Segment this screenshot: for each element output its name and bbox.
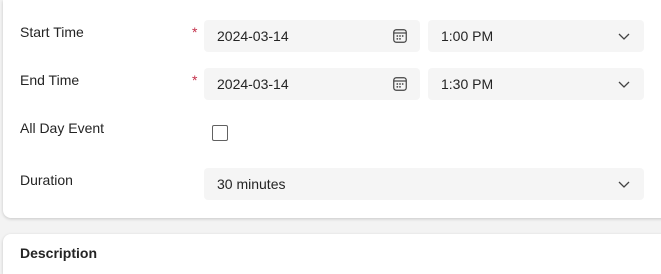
chevron-down-icon bbox=[618, 181, 630, 188]
all-day-event-label: All Day Event bbox=[20, 120, 105, 136]
end-time-label: End Time bbox=[20, 72, 80, 88]
end-time-required-marker: * bbox=[192, 72, 198, 88]
end-time-value: 1:30 PM bbox=[441, 76, 494, 92]
start-time-label: Start Time bbox=[20, 24, 84, 40]
chevron-down-icon bbox=[618, 81, 630, 88]
end-date-value: 2024-03-14 bbox=[217, 76, 289, 92]
end-date-field[interactable]: 2024-03-14 bbox=[204, 68, 420, 100]
duration-label: Duration bbox=[20, 172, 73, 188]
chevron-down-icon bbox=[618, 33, 630, 40]
duration-value: 30 minutes bbox=[217, 176, 286, 192]
event-details-card: Start Time * 2024-03-14 1:00 PM End Time… bbox=[3, 0, 661, 218]
duration-dropdown[interactable]: 30 minutes bbox=[204, 168, 644, 200]
start-time-dropdown[interactable]: 1:00 PM bbox=[428, 20, 644, 52]
start-time-required-marker: * bbox=[192, 24, 198, 40]
description-heading: Description bbox=[20, 245, 98, 261]
end-time-dropdown[interactable]: 1:30 PM bbox=[428, 68, 644, 100]
description-card: Description bbox=[3, 234, 661, 274]
calendar-icon[interactable] bbox=[393, 77, 407, 91]
all-day-event-checkbox[interactable] bbox=[212, 125, 228, 141]
start-time-value: 1:00 PM bbox=[441, 28, 494, 44]
start-date-field[interactable]: 2024-03-14 bbox=[204, 20, 420, 52]
start-date-value: 2024-03-14 bbox=[217, 28, 289, 44]
calendar-icon[interactable] bbox=[393, 29, 407, 43]
